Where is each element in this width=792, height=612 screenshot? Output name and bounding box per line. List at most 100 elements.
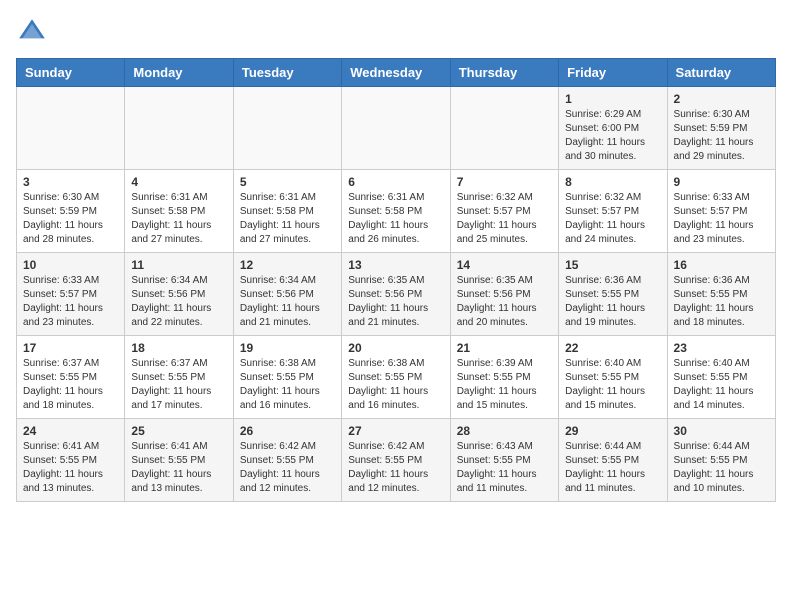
day-number: 15 [565,258,660,272]
calendar-cell [450,87,558,170]
day-info: Sunrise: 6:31 AM Sunset: 5:58 PM Dayligh… [131,191,226,247]
day-number: 29 [565,424,660,438]
calendar-cell: 6 Sunrise: 6:31 AM Sunset: 5:58 PM Daylig… [342,170,450,253]
week-row-1: 1Sunrise: 6:29 AM Sunset: 6:00 PM Daylig… [17,87,776,170]
day-number: 18 [131,341,226,355]
weekday-header-row: SundayMondayTuesdayWednesdayThursdayFrid… [17,59,776,87]
calendar-cell: 11Sunrise: 6:34 AM Sunset: 5:56 PM Dayli… [125,253,233,336]
day-info: Sunrise: 6:37 AM Sunset: 5:55 PM Dayligh… [131,357,226,413]
week-row-3: 10 Sunrise: 6:33 AM Sunset: 5:57 PM Dayli… [17,253,776,336]
day-number: 21 [457,341,552,355]
day-info: Sunrise: 6:33 AM Sunset: 5:57 PM Dayligh… [674,191,769,247]
day-info: Sunrise: 6:39 AM Sunset: 5:55 PM Dayligh… [457,357,552,413]
day-info: Sunrise: 6:36 AM Sunset: 5:55 PM Dayligh… [674,274,769,330]
day-info: Sunrise: 6:41 AM Sunset: 5:55 PM Dayligh… [23,440,118,496]
calendar-cell: 14 Sunrise: 6:35 AM Sunset: 5:56 PM Dayli… [450,253,558,336]
calendar-cell: 3 Sunrise: 6:30 AM Sunset: 5:59 PM Daylig… [17,170,125,253]
day-number: 2 [674,92,769,106]
calendar-cell: 30 Sunrise: 6:44 AM Sunset: 5:55 PM Dayli… [667,419,775,502]
day-number: 12 [240,258,335,272]
day-info: Sunrise: 6:42 AM Sunset: 5:55 PM Dayligh… [240,440,335,496]
day-info: Sunrise: 6:30 AM Sunset: 5:59 PM Dayligh… [23,191,118,247]
day-number: 10 [23,258,118,272]
calendar-cell: 7 Sunrise: 6:32 AM Sunset: 5:57 PM Daylig… [450,170,558,253]
calendar-cell: 17 Sunrise: 6:37 AM Sunset: 5:55 PM Dayli… [17,336,125,419]
calendar-cell [125,87,233,170]
day-info: Sunrise: 6:38 AM Sunset: 5:55 PM Dayligh… [240,357,335,413]
day-info: Sunrise: 6:31 AM Sunset: 5:58 PM Dayligh… [348,191,443,247]
calendar-cell [233,87,341,170]
day-info: Sunrise: 6:30 AM Sunset: 5:59 PM Dayligh… [674,108,769,164]
calendar-cell: 20Sunrise: 6:38 AM Sunset: 5:55 PM Dayli… [342,336,450,419]
logo [16,16,52,48]
calendar-cell: 22Sunrise: 6:40 AM Sunset: 5:55 PM Dayli… [559,336,667,419]
day-info: Sunrise: 6:34 AM Sunset: 5:56 PM Dayligh… [240,274,335,330]
week-row-2: 3 Sunrise: 6:30 AM Sunset: 5:59 PM Daylig… [17,170,776,253]
calendar-cell: 23 Sunrise: 6:40 AM Sunset: 5:55 PM Dayli… [667,336,775,419]
day-info: Sunrise: 6:35 AM Sunset: 5:56 PM Dayligh… [348,274,443,330]
calendar-cell: 9 Sunrise: 6:33 AM Sunset: 5:57 PM Daylig… [667,170,775,253]
calendar-cell: 13 Sunrise: 6:35 AM Sunset: 5:56 PM Dayli… [342,253,450,336]
weekday-header-wednesday: Wednesday [342,59,450,87]
day-number: 24 [23,424,118,438]
weekday-header-saturday: Saturday [667,59,775,87]
day-number: 9 [674,175,769,189]
day-info: Sunrise: 6:44 AM Sunset: 5:55 PM Dayligh… [565,440,660,496]
calendar-cell: 10 Sunrise: 6:33 AM Sunset: 5:57 PM Dayli… [17,253,125,336]
day-info: Sunrise: 6:37 AM Sunset: 5:55 PM Dayligh… [23,357,118,413]
day-info: Sunrise: 6:44 AM Sunset: 5:55 PM Dayligh… [674,440,769,496]
day-info: Sunrise: 6:43 AM Sunset: 5:55 PM Dayligh… [457,440,552,496]
day-number: 8 [565,175,660,189]
weekday-header-friday: Friday [559,59,667,87]
page-header [16,16,776,48]
day-info: Sunrise: 6:31 AM Sunset: 5:58 PM Dayligh… [240,191,335,247]
day-info: Sunrise: 6:40 AM Sunset: 5:55 PM Dayligh… [674,357,769,413]
calendar-cell: 18 Sunrise: 6:37 AM Sunset: 5:55 PM Dayli… [125,336,233,419]
day-number: 14 [457,258,552,272]
day-info: Sunrise: 6:32 AM Sunset: 5:57 PM Dayligh… [457,191,552,247]
calendar-cell: 29 Sunrise: 6:44 AM Sunset: 5:55 PM Dayli… [559,419,667,502]
day-number: 4 [131,175,226,189]
calendar-cell: 15 Sunrise: 6:36 AM Sunset: 5:55 PM Dayli… [559,253,667,336]
week-row-4: 17 Sunrise: 6:37 AM Sunset: 5:55 PM Dayli… [17,336,776,419]
calendar-cell: 2 Sunrise: 6:30 AM Sunset: 5:59 PM Daylig… [667,87,775,170]
calendar-cell: 28Sunrise: 6:43 AM Sunset: 5:55 PM Dayli… [450,419,558,502]
calendar-cell: 24 Sunrise: 6:41 AM Sunset: 5:55 PM Dayli… [17,419,125,502]
weekday-header-sunday: Sunday [17,59,125,87]
calendar-cell: 4 Sunrise: 6:31 AM Sunset: 5:58 PM Daylig… [125,170,233,253]
calendar-cell: 21 Sunrise: 6:39 AM Sunset: 5:55 PM Dayli… [450,336,558,419]
day-number: 11 [131,258,226,272]
day-info: Sunrise: 6:32 AM Sunset: 5:57 PM Dayligh… [565,191,660,247]
calendar-cell: 8 Sunrise: 6:32 AM Sunset: 5:57 PM Daylig… [559,170,667,253]
day-info: Sunrise: 6:38 AM Sunset: 5:55 PM Dayligh… [348,357,443,413]
day-number: 30 [674,424,769,438]
day-number: 23 [674,341,769,355]
calendar-cell: 19 Sunrise: 6:38 AM Sunset: 5:55 PM Dayli… [233,336,341,419]
calendar-table: SundayMondayTuesdayWednesdayThursdayFrid… [16,58,776,502]
day-number: 25 [131,424,226,438]
day-number: 16 [674,258,769,272]
day-number: 19 [240,341,335,355]
day-number: 17 [23,341,118,355]
day-number: 7 [457,175,552,189]
day-number: 22 [565,341,660,355]
day-info: Sunrise: 6:36 AM Sunset: 5:55 PM Dayligh… [565,274,660,330]
calendar-cell: 12 Sunrise: 6:34 AM Sunset: 5:56 PM Dayli… [233,253,341,336]
day-number: 6 [348,175,443,189]
day-info: Sunrise: 6:33 AM Sunset: 5:57 PM Dayligh… [23,274,118,330]
day-info: Sunrise: 6:42 AM Sunset: 5:55 PM Dayligh… [348,440,443,496]
logo-icon [16,16,48,48]
day-number: 3 [23,175,118,189]
day-number: 27 [348,424,443,438]
day-number: 1 [565,92,660,106]
weekday-header-monday: Monday [125,59,233,87]
weekday-header-thursday: Thursday [450,59,558,87]
day-info: Sunrise: 6:35 AM Sunset: 5:56 PM Dayligh… [457,274,552,330]
calendar-cell [342,87,450,170]
calendar-cell: 1Sunrise: 6:29 AM Sunset: 6:00 PM Daylig… [559,87,667,170]
calendar-cell: 26Sunrise: 6:42 AM Sunset: 5:55 PM Dayli… [233,419,341,502]
calendar-cell [17,87,125,170]
calendar-cell: 27 Sunrise: 6:42 AM Sunset: 5:55 PM Dayli… [342,419,450,502]
weekday-header-tuesday: Tuesday [233,59,341,87]
day-number: 13 [348,258,443,272]
